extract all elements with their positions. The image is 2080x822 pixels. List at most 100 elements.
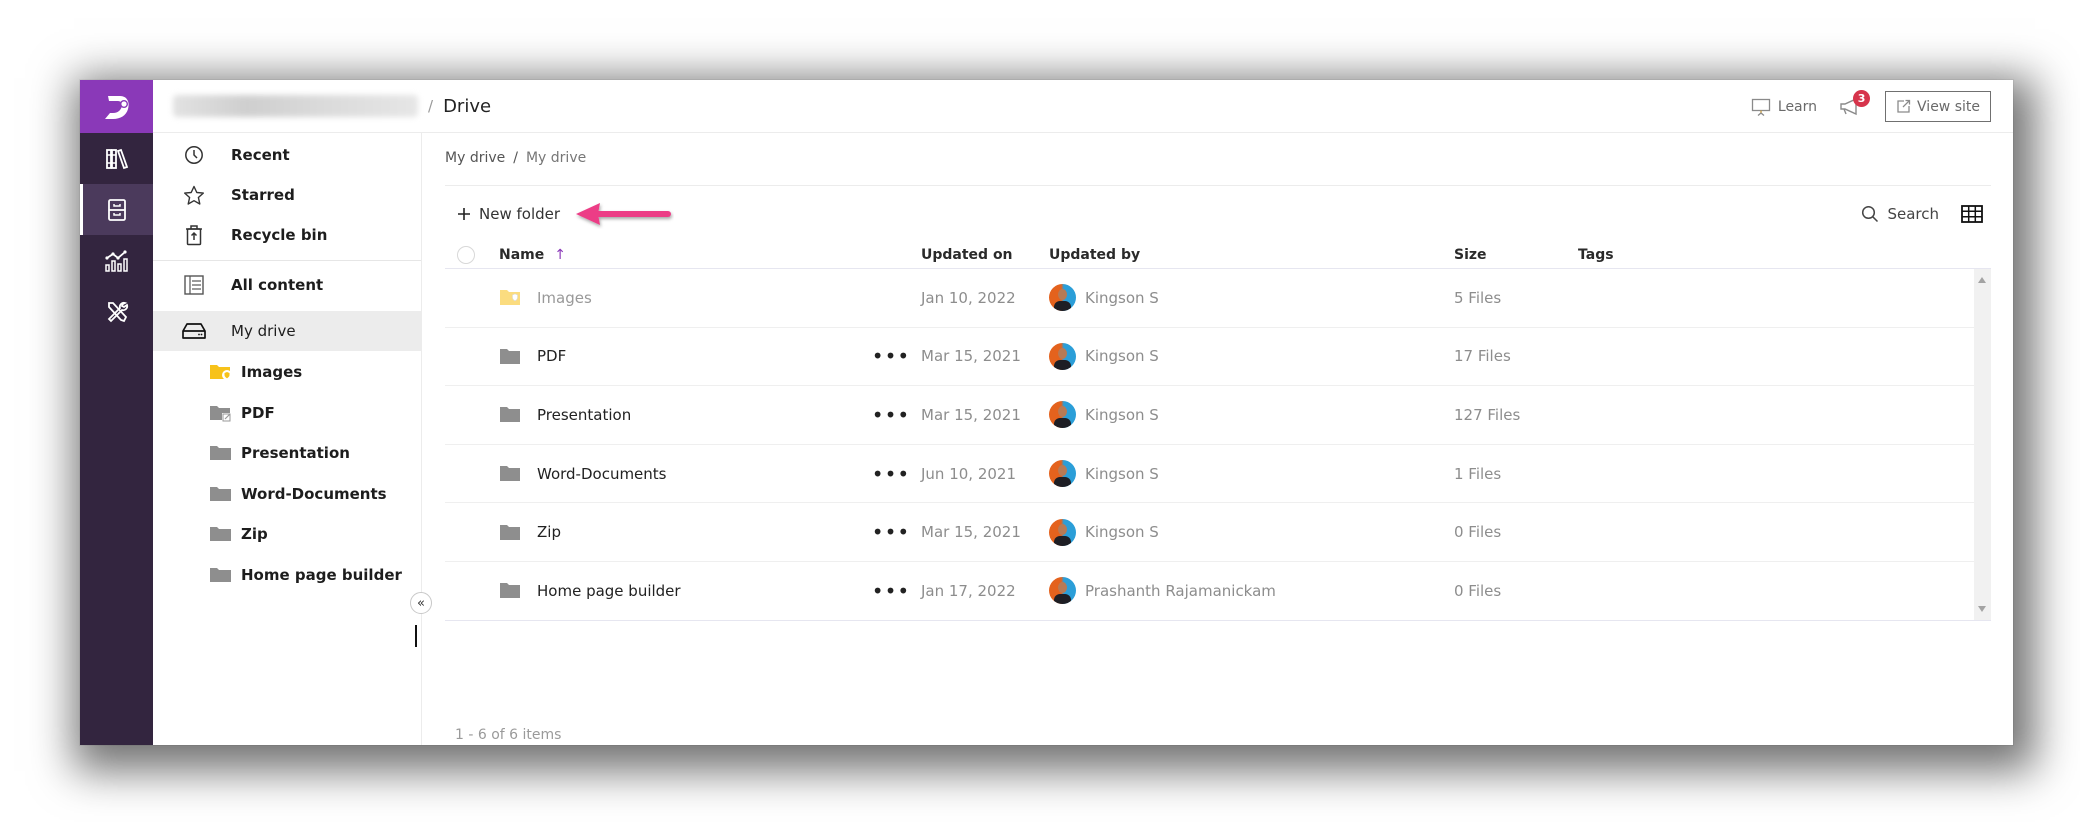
plus-icon bbox=[458, 208, 470, 220]
announcements-button[interactable]: 3 bbox=[1837, 89, 1871, 121]
column-header-tags[interactable]: Tags bbox=[1578, 247, 1991, 263]
collapse-sidebar-button[interactable]: « bbox=[410, 592, 432, 614]
library-icon bbox=[105, 148, 128, 169]
sidebar-item-all-content[interactable]: All content bbox=[153, 265, 421, 305]
page-title: Drive bbox=[443, 95, 492, 117]
more-options-icon[interactable]: ••• bbox=[872, 464, 910, 484]
file-name[interactable]: Presentation bbox=[537, 406, 631, 424]
column-header-name[interactable]: Name ↑ bbox=[499, 247, 861, 263]
updated-by: Prashanth Rajamanickam bbox=[1085, 581, 1276, 600]
sidebar-folder-pdf[interactable]: PDF bbox=[153, 393, 421, 434]
more-options-icon[interactable]: ••• bbox=[872, 346, 910, 366]
file-name[interactable]: Home page builder bbox=[537, 582, 681, 600]
table-row[interactable]: Presentation ••• Mar 15, 2021 Kingson S … bbox=[445, 386, 1991, 445]
file-size: 0 Files bbox=[1454, 523, 1502, 542]
site-name-redacted[interactable] bbox=[173, 95, 418, 117]
header-actions: Learn 3 View site bbox=[1751, 80, 1991, 133]
recycle-bin-icon bbox=[186, 225, 202, 246]
rail-item-tools[interactable] bbox=[80, 286, 153, 337]
star-icon bbox=[184, 185, 204, 205]
table-row[interactable]: Zip ••• Mar 15, 2021 Kingson S 0 Files bbox=[445, 503, 1991, 562]
scroll-up-arrow-icon[interactable] bbox=[1978, 277, 1986, 283]
avatar bbox=[1049, 401, 1076, 429]
drive-cabinet-icon bbox=[107, 198, 126, 221]
main-content: My drive / My drive New folder Search Na… bbox=[423, 133, 2013, 745]
drive-sidebar: Recent Starred Recycle bin All content M… bbox=[153, 133, 432, 745]
file-name[interactable]: Word-Documents bbox=[537, 465, 667, 483]
app-logo[interactable] bbox=[80, 80, 153, 133]
sidebar-item-starred[interactable]: Starred bbox=[153, 175, 421, 215]
toolbar-right: Search bbox=[1861, 205, 1983, 223]
sidebar-item-recycle-bin[interactable]: Recycle bin bbox=[153, 215, 421, 255]
sidebar-divider bbox=[153, 260, 421, 261]
view-site-button[interactable]: View site bbox=[1885, 91, 1991, 122]
breadcrumb-root[interactable]: My drive bbox=[445, 150, 505, 166]
presentation-board-icon bbox=[1751, 98, 1771, 116]
file-size: 1 Files bbox=[1454, 464, 1502, 483]
sidebar-item-label: Recycle bin bbox=[231, 226, 328, 244]
grid-view-button[interactable] bbox=[1961, 205, 1983, 223]
images-folder-icon bbox=[500, 290, 520, 306]
table-row[interactable]: Word-Documents ••• Jun 10, 2021 Kingson … bbox=[445, 445, 1991, 504]
sidebar-resize-handle[interactable] bbox=[415, 625, 417, 647]
all-content-icon bbox=[184, 275, 204, 295]
column-header-size[interactable]: Size bbox=[1454, 247, 1578, 263]
more-options-icon[interactable]: ••• bbox=[872, 581, 910, 601]
folder-icon bbox=[500, 583, 520, 599]
select-all-checkbox[interactable] bbox=[457, 245, 475, 264]
rail-item-analytics[interactable] bbox=[80, 235, 153, 286]
search-label: Search bbox=[1887, 205, 1939, 223]
table-row[interactable]: Home page builder ••• Jan 17, 2022 Prash… bbox=[445, 562, 1991, 620]
analytics-icon bbox=[104, 249, 128, 272]
double-chevron-left-icon: « bbox=[417, 595, 425, 611]
folder-icon bbox=[210, 567, 231, 582]
column-header-updated-on[interactable]: Updated on bbox=[921, 247, 1049, 263]
view-site-label: View site bbox=[1917, 98, 1980, 115]
sidebar-item-label: All content bbox=[231, 276, 324, 294]
rail-item-library[interactable] bbox=[80, 133, 153, 184]
file-size: 127 Files bbox=[1454, 405, 1521, 424]
folder-label: Presentation bbox=[241, 444, 350, 463]
search-button[interactable]: Search bbox=[1861, 205, 1939, 223]
file-name[interactable]: PDF bbox=[537, 347, 566, 365]
content-toolbar: New folder Search bbox=[445, 197, 1983, 231]
scroll-down-arrow-icon[interactable] bbox=[1978, 606, 1986, 612]
folder-icon bbox=[500, 348, 520, 364]
file-name[interactable]: Zip bbox=[537, 523, 561, 541]
sidebar-folder-home-page-builder[interactable]: Home page builder bbox=[153, 555, 421, 596]
sidebar-folder-zip[interactable]: Zip bbox=[153, 514, 421, 555]
updated-on: Mar 15, 2021 bbox=[921, 523, 1021, 542]
sidebar-folder-word-documents[interactable]: Word-Documents bbox=[153, 474, 421, 515]
grid-view-icon bbox=[1961, 205, 1983, 223]
external-link-icon bbox=[1897, 99, 1911, 113]
annotation-arrow-icon bbox=[576, 203, 672, 225]
clock-icon bbox=[185, 146, 203, 164]
table-scrollbar[interactable] bbox=[1974, 269, 1991, 620]
breadcrumb-current: My drive bbox=[525, 150, 587, 166]
notification-badge: 3 bbox=[1853, 89, 1871, 107]
folder-label: Word-Documents bbox=[241, 484, 387, 503]
app-window: / Drive Learn 3 View site Recent Starred… bbox=[80, 80, 2013, 745]
sidebar-folder-presentation[interactable]: Presentation bbox=[153, 433, 421, 474]
table-body: Images Jan 10, 2022 Kingson S 5 Files PD… bbox=[445, 269, 1991, 621]
learn-button[interactable]: Learn bbox=[1751, 98, 1817, 116]
updated-on: Jan 17, 2022 bbox=[921, 581, 1016, 600]
column-header-updated-by[interactable]: Updated by bbox=[1049, 247, 1454, 263]
new-folder-button[interactable]: New folder bbox=[445, 205, 560, 223]
file-name[interactable]: Images bbox=[537, 289, 592, 307]
more-options-icon[interactable]: ••• bbox=[872, 522, 910, 542]
folder-label: Home page builder bbox=[241, 565, 402, 584]
updated-on: Jun 10, 2021 bbox=[921, 464, 1017, 483]
sidebar-item-my-drive[interactable]: My drive bbox=[153, 311, 421, 351]
rail-item-drive[interactable] bbox=[80, 184, 153, 235]
avatar bbox=[1049, 342, 1076, 370]
column-label: Name bbox=[499, 246, 545, 263]
table-row[interactable]: Images Jan 10, 2022 Kingson S 5 Files bbox=[445, 269, 1991, 328]
sidebar-folder-images[interactable]: Images bbox=[153, 352, 421, 393]
table-row[interactable]: PDF ••• Mar 15, 2021 Kingson S 17 Files bbox=[445, 328, 1991, 387]
file-size: 0 Files bbox=[1454, 581, 1502, 600]
sidebar-item-recent[interactable]: Recent bbox=[153, 135, 421, 175]
more-options-icon[interactable]: ••• bbox=[872, 405, 910, 425]
folder-label: Images bbox=[241, 363, 303, 382]
avatar bbox=[1049, 284, 1076, 312]
